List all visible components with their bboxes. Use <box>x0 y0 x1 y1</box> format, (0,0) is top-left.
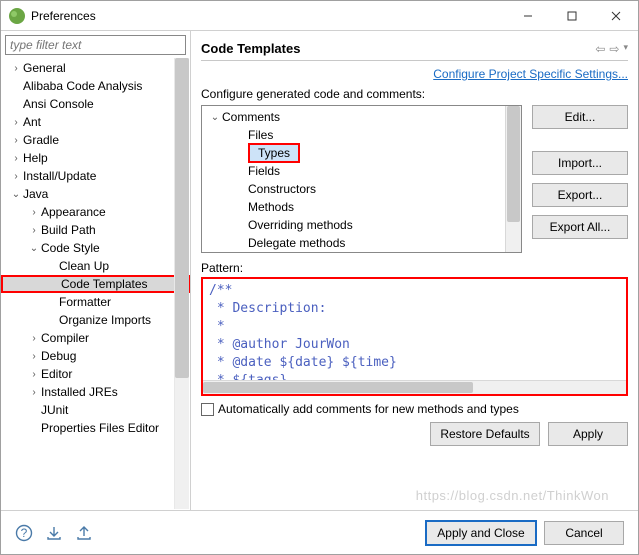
scrollbar[interactable] <box>505 106 521 252</box>
nav-item[interactable]: Properties Files Editor <box>1 419 190 437</box>
nav-item[interactable]: ›General <box>1 59 190 77</box>
nav-item[interactable]: Organize Imports <box>1 311 190 329</box>
scrollbar[interactable] <box>174 58 189 509</box>
template-item[interactable]: Delegate methods <box>202 234 521 252</box>
templates-tree[interactable]: ⌄CommentsFilesTypesFieldsConstructorsMet… <box>201 105 522 253</box>
template-item[interactable]: Constructors <box>202 180 521 198</box>
auto-add-label: Automatically add comments for new metho… <box>218 402 519 416</box>
restore-defaults-button[interactable]: Restore Defaults <box>430 422 540 446</box>
template-item[interactable]: Overriding methods <box>202 216 521 234</box>
template-item[interactable]: Methods <box>202 198 521 216</box>
nav-item[interactable]: ›Installed JREs <box>1 383 190 401</box>
pattern-textarea[interactable]: /** * Description: * * @author JourWon *… <box>201 277 628 396</box>
nav-item[interactable]: ›Install/Update <box>1 167 190 185</box>
help-icon[interactable]: ? <box>15 524 33 542</box>
minimize-button[interactable] <box>506 1 550 31</box>
nav-item[interactable]: JUnit <box>1 401 190 419</box>
template-item[interactable]: Files <box>202 126 521 144</box>
nav-item[interactable]: ›Appearance <box>1 203 190 221</box>
nav-item[interactable]: ⌄Java <box>1 185 190 203</box>
window-title: Preferences <box>31 9 506 23</box>
import-prefs-icon[interactable] <box>45 524 63 542</box>
nav-item[interactable]: ›Build Path <box>1 221 190 239</box>
nav-item[interactable]: ›Ant <box>1 113 190 131</box>
main-pane: Code Templates ⇦ ⇨ ▾ Configure Project S… <box>191 31 638 510</box>
close-button[interactable] <box>594 1 638 31</box>
template-item[interactable]: ⌄Comments <box>202 108 521 126</box>
back-icon[interactable]: ⇦ <box>595 42 605 56</box>
filter-input[interactable] <box>5 35 186 55</box>
nav-tree[interactable]: ›GeneralAlibaba Code AnalysisAnsi Consol… <box>1 57 190 510</box>
auto-add-checkbox[interactable] <box>201 403 214 416</box>
pattern-label: Pattern: <box>201 261 628 275</box>
title-bar: Preferences <box>1 1 638 31</box>
export-prefs-icon[interactable] <box>75 524 93 542</box>
nav-item[interactable]: Code Templates <box>1 275 190 293</box>
nav-item[interactable]: ›Debug <box>1 347 190 365</box>
export-all-button[interactable]: Export All... <box>532 215 628 239</box>
nav-item[interactable]: Ansi Console <box>1 95 190 113</box>
nav-arrows: ⇦ ⇨ ▾ <box>595 42 628 56</box>
nav-item[interactable]: ›Help <box>1 149 190 167</box>
export-button[interactable]: Export... <box>532 183 628 207</box>
nav-item[interactable]: ›Gradle <box>1 131 190 149</box>
edit-button[interactable]: Edit... <box>532 105 628 129</box>
template-item[interactable]: Types <box>202 144 521 162</box>
nav-item[interactable]: ›Editor <box>1 365 190 383</box>
app-icon <box>9 8 25 24</box>
apply-and-close-button[interactable]: Apply and Close <box>426 521 536 545</box>
dropdown-icon[interactable]: ▾ <box>623 42 628 56</box>
fwd-icon[interactable]: ⇨ <box>609 42 619 56</box>
cancel-button[interactable]: Cancel <box>544 521 624 545</box>
nav-item[interactable]: Formatter <box>1 293 190 311</box>
apply-button[interactable]: Apply <box>548 422 628 446</box>
generated-label: Configure generated code and comments: <box>201 87 628 101</box>
import-button[interactable]: Import... <box>532 151 628 175</box>
page-title: Code Templates <box>201 41 595 56</box>
nav-pane: ›GeneralAlibaba Code AnalysisAnsi Consol… <box>1 31 191 510</box>
nav-item[interactable]: ›Compiler <box>1 329 190 347</box>
nav-item[interactable]: Alibaba Code Analysis <box>1 77 190 95</box>
maximize-button[interactable] <box>550 1 594 31</box>
project-settings-link[interactable]: Configure Project Specific Settings... <box>201 67 628 81</box>
nav-item[interactable]: Clean Up <box>1 257 190 275</box>
nav-item[interactable]: ⌄Code Style <box>1 239 190 257</box>
h-scrollbar[interactable] <box>203 380 626 394</box>
dialog-footer: ? Apply and Close Cancel <box>1 510 638 554</box>
template-item[interactable]: Fields <box>202 162 521 180</box>
svg-text:?: ? <box>21 526 28 540</box>
